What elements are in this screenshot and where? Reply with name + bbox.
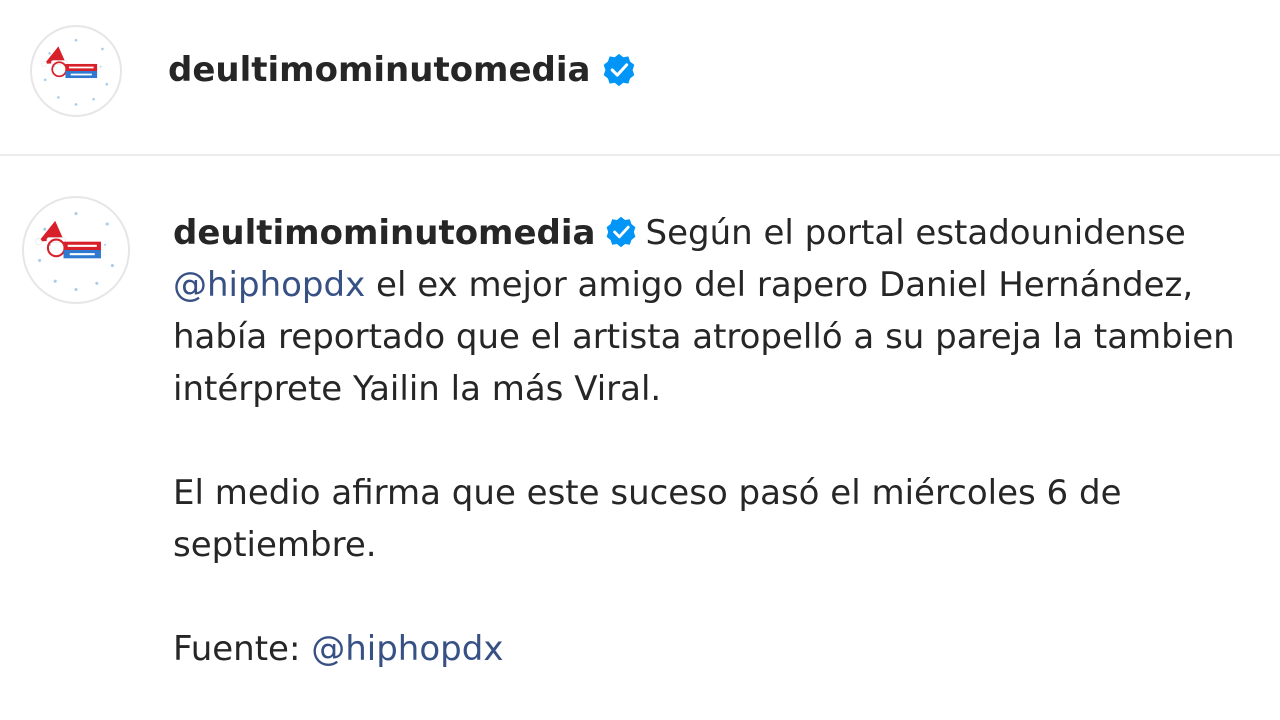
caption-username[interactable]: deultimominutomedia <box>173 213 595 253</box>
mention-link[interactable]: @hiphopdx <box>311 629 503 669</box>
deultimominuto-logo-icon <box>26 200 126 300</box>
mention-link[interactable]: @hiphopdx <box>173 265 365 305</box>
caption-text: deultimominutomedia Según el portal estad… <box>173 207 1273 675</box>
source-label: Fuente: <box>173 629 301 669</box>
verified-badge-icon <box>602 53 636 87</box>
header-username[interactable]: deultimominutomedia <box>168 46 590 94</box>
caption-paragraph-2: El medio afirma que este suceso pasó el … <box>173 473 1122 565</box>
post-header: deultimominutomedia <box>0 0 1280 156</box>
caption-text-segment: Según el portal estadounidense <box>645 213 1186 253</box>
caption-avatar[interactable] <box>22 196 130 304</box>
caption-paragraph-1: deultimominutomedia Según el portal estad… <box>173 207 1273 415</box>
verified-badge-icon <box>605 216 637 248</box>
caption-paragraph-3: Fuente: @hiphopdx <box>173 623 1273 675</box>
profile-avatar[interactable] <box>30 25 122 117</box>
deultimominuto-logo-icon <box>33 28 119 114</box>
header-username-row: deultimominutomedia <box>168 46 636 94</box>
